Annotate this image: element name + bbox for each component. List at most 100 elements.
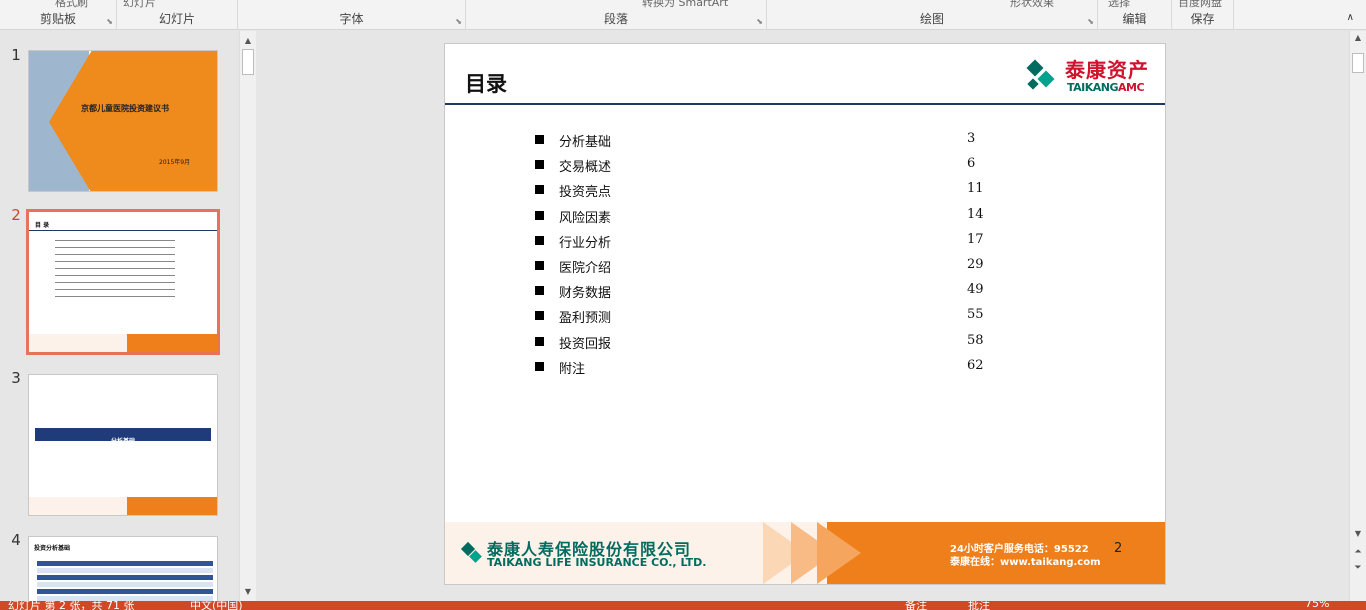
slide-thumbnail-1[interactable]: 京都儿童医院投资建议书 2015年9月 (28, 50, 218, 192)
table-of-contents[interactable]: 分析基础 3 交易概述 6 投资亮点 11 风险因素 14 行业分析 17 医院介绍 29 … (535, 131, 995, 383)
footer-company-english: TAIKANG LIFE INSURANCE CO., LTD. (487, 556, 707, 569)
current-slide[interactable]: 目录 泰康资产 TAIKANGAMC 分析基础 3 交易概述 6 投资亮点 11 风险… (444, 43, 1166, 585)
bullet-icon (535, 235, 544, 245)
toc-item-page: 17 (967, 231, 984, 247)
ribbon-group-label: 绘图 (919, 12, 944, 26)
shape-effects-button[interactable]: 形状效果 (1010, 0, 1054, 10)
ribbon-group-slides: 幻灯片 幻灯片 (117, 0, 238, 30)
logo-diamond-icon (1027, 78, 1039, 90)
language-indicator[interactable]: 中文(中国) (190, 601, 243, 610)
logo-english-main: TAIKANG (1067, 81, 1119, 94)
thumbnail-number: 2 (11, 206, 21, 224)
select-button[interactable]: 选择 (1108, 0, 1130, 10)
bullet-icon (535, 336, 544, 346)
logo-english-suffix: AMC (1118, 81, 1145, 94)
thumbnail-title: 目 录 (35, 222, 50, 229)
thumbnail-number: 3 (11, 369, 21, 387)
bullet-icon (535, 361, 544, 371)
toc-item: 附注 62 (535, 358, 995, 383)
thumbnail-number: 4 (11, 531, 21, 549)
ribbon-group-label: 保存 (1190, 12, 1215, 26)
ribbon-group-font: 字体 ⬊ (238, 0, 466, 30)
thumbnail-number: 1 (11, 46, 21, 64)
bullet-icon (535, 286, 544, 296)
thumbnail-scrollbar[interactable]: ▲ ▼ (239, 31, 256, 601)
slide-thumbnail-3[interactable]: 分析基础 (28, 374, 218, 516)
baidu-netdisk-button[interactable]: 百度网盘 (1178, 0, 1222, 10)
slide-footer: 泰康人寿保险股份有限公司 TAIKANG LIFE INSURANCE CO.,… (445, 522, 1165, 584)
collapse-ribbon-icon[interactable]: ∧ (1347, 12, 1354, 23)
toc-item: 投资亮点 11 (535, 181, 995, 206)
ribbon-group-label: 剪贴板 (39, 12, 76, 26)
comments-button[interactable]: 批注 (968, 601, 990, 610)
slide-editor: 目录 泰康资产 TAIKANGAMC 分析基础 3 交易概述 6 投资亮点 11 风险… (258, 31, 1349, 601)
toc-item-page: 11 (967, 181, 984, 197)
toc-item-name: 行业分析 (559, 235, 612, 251)
ribbon-group-clipboard: 格式刷 剪贴板 ⬊ (0, 0, 117, 30)
bullet-icon (535, 185, 544, 195)
notes-button[interactable]: 备注 (905, 601, 927, 610)
bullet-icon (535, 311, 544, 321)
slide-page-number: 2 (1114, 541, 1123, 556)
scroll-up-icon[interactable]: ▲ (240, 33, 256, 49)
editor-scrollbar[interactable]: ▲ ▼ ⏶ ⏷ (1349, 31, 1366, 601)
toc-item-page: 55 (967, 307, 984, 323)
toc-item-name: 分析基础 (559, 135, 612, 150)
footer-hotline: 24小时客户服务电话：95522 (950, 544, 1089, 555)
thumbnail-title: 分析基础 (110, 438, 135, 445)
dialog-launcher-icon[interactable]: ⬊ (106, 17, 113, 26)
logo-diamond-icon (1037, 70, 1055, 88)
footer-website: 泰康在线：www.taikang.com (950, 557, 1101, 568)
thumbnail-footer (29, 334, 217, 352)
bullet-icon (535, 210, 544, 220)
slide-count: 幻灯片 第 2 张，共 71 张 (8, 601, 135, 610)
toc-item-name: 盈利预测 (559, 311, 612, 327)
toc-item-name: 交易概述 (559, 160, 612, 176)
thumbnail-table (37, 561, 213, 605)
toc-item-name: 财务数据 (559, 286, 612, 302)
status-bar: 幻灯片 第 2 张，共 71 张 中文(中国) 备注 批注 75% (0, 601, 1366, 610)
toc-item-page: 29 (967, 256, 984, 272)
slide-thumbnail-4[interactable]: 投资分析基础 (28, 536, 218, 606)
toc-item: 投资回报 58 (535, 333, 995, 358)
footer-contact: 24小时客户服务电话：95522 泰康在线：www.taikang.com (950, 543, 1101, 569)
footer-chevron (817, 522, 861, 584)
toc-item-name: 医院介绍 (559, 260, 612, 276)
slide-title[interactable]: 目录 (465, 68, 507, 98)
convert-smartart-button[interactable]: 转换为 SmartArt (642, 0, 728, 10)
scroll-up-icon[interactable]: ▲ (1350, 33, 1366, 42)
zoom-level[interactable]: 75% (1305, 601, 1329, 610)
dialog-launcher-icon[interactable]: ⬊ (455, 17, 462, 26)
toc-item-name: 投资回报 (559, 336, 612, 352)
scrollbar-thumb[interactable] (242, 49, 254, 75)
thumbnail-date: 2015年9月 (159, 159, 191, 166)
ribbon-group-drawing: 形状效果 绘图 ⬊ (767, 0, 1098, 30)
thumbnail-title: 京都儿童医院投资建议书 (81, 103, 169, 113)
toc-item-page: 49 (967, 282, 984, 298)
toc-item: 财务数据 49 (535, 282, 995, 307)
toc-item: 盈利预测 55 (535, 307, 995, 332)
bullet-icon (535, 260, 544, 270)
next-slide-icon[interactable]: ⏷ (1350, 563, 1366, 573)
toc-item-name: 投资亮点 (559, 185, 612, 201)
scroll-down-icon[interactable]: ▼ (1350, 529, 1366, 538)
previous-slide-icon[interactable]: ⏶ (1350, 547, 1366, 557)
thumbnail-rule (29, 230, 217, 231)
slide-thumbnail-2[interactable]: 目 录 (26, 209, 220, 355)
scroll-down-icon[interactable]: ▼ (240, 584, 256, 600)
scrollbar-thumb[interactable] (1352, 53, 1364, 73)
toc-item-page: 62 (967, 357, 984, 373)
slide-thumbnail-pane: 1 京都儿童医院投资建议书 2015年9月 2 目 录 3 分析基础 4 投资分… (0, 31, 258, 606)
toc-item: 医院介绍 29 (535, 257, 995, 282)
logo-chinese: 泰康资产 (1065, 58, 1149, 82)
dialog-launcher-icon[interactable]: ⬊ (1087, 17, 1094, 26)
new-slide-button[interactable]: 幻灯片 (123, 0, 156, 10)
ribbon-group-label: 编辑 (1122, 12, 1147, 26)
ribbon-group-paragraph: 转换为 SmartArt 段落 ⬊ (466, 0, 767, 30)
dialog-launcher-icon[interactable]: ⬊ (756, 17, 763, 26)
format-painter-button[interactable]: 格式刷 (55, 0, 88, 10)
toc-item: 风险因素 14 (535, 207, 995, 232)
title-underline (445, 103, 1165, 105)
logo-english: TAIKANGAMC (1067, 81, 1145, 94)
taikang-amc-logo: 泰康资产 TAIKANGAMC (1023, 54, 1153, 96)
